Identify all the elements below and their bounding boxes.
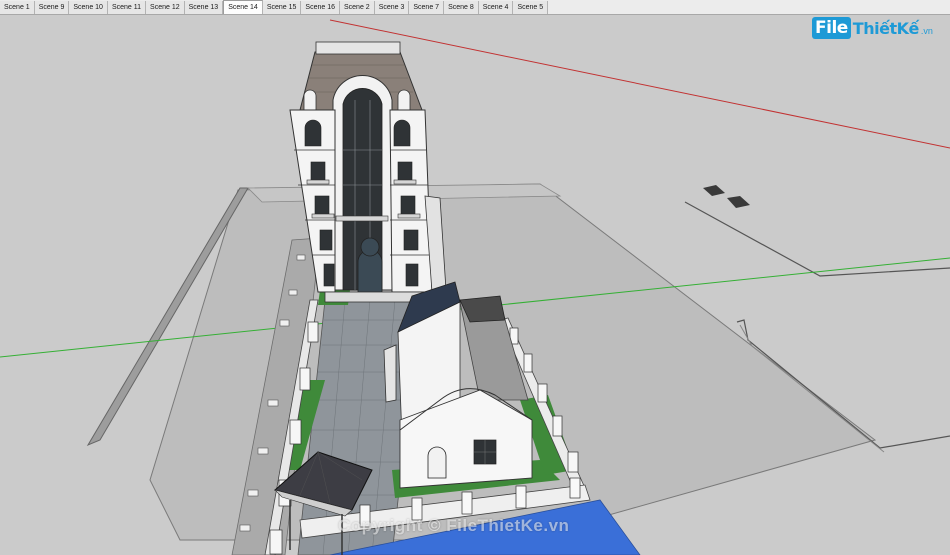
viewport-canvas[interactable] bbox=[0, 15, 950, 555]
copyright-watermark: Copyright © FileThietKe.vn bbox=[338, 516, 570, 535]
gate-pillar bbox=[383, 344, 397, 403]
tab-scene-9[interactable]: Scene 9 bbox=[34, 1, 70, 14]
tab-scene-15[interactable]: Scene 15 bbox=[262, 1, 302, 14]
logo-suffix: .vn bbox=[920, 26, 933, 36]
model-viewport[interactable] bbox=[0, 15, 950, 555]
tab-scene-16[interactable]: Scene 16 bbox=[301, 1, 340, 14]
tab-scene-3[interactable]: Scene 3 bbox=[374, 1, 410, 14]
logo-box-text: File bbox=[812, 17, 851, 39]
tab-scene-14[interactable]: Scene 14 bbox=[223, 0, 263, 14]
tab-scene-11[interactable]: Scene 11 bbox=[107, 1, 147, 14]
tab-scene-13[interactable]: Scene 13 bbox=[184, 1, 224, 14]
tab-scene-8[interactable]: Scene 8 bbox=[444, 1, 479, 14]
gatehouse-door bbox=[427, 446, 447, 479]
scene-tab-bar: Scene 1 Scene 9 Scene 10 Scene 11 Scene … bbox=[0, 0, 950, 15]
tab-scene-5[interactable]: Scene 5 bbox=[513, 1, 549, 14]
tab-scene-10[interactable]: Scene 10 bbox=[69, 1, 108, 14]
round-window bbox=[360, 237, 380, 257]
logo-text: ThiếtKế bbox=[852, 18, 920, 38]
tab-scene-12[interactable]: Scene 12 bbox=[146, 1, 185, 14]
tab-scene-2[interactable]: Scene 2 bbox=[340, 1, 375, 14]
tab-scene-7[interactable]: Scene 7 bbox=[409, 1, 445, 14]
roof-cornice bbox=[315, 41, 401, 55]
site-logo: File ThiếtKế .vn bbox=[812, 14, 933, 42]
tab-scene-4[interactable]: Scene 4 bbox=[478, 1, 514, 14]
tab-scene-1[interactable]: Scene 1 bbox=[0, 1, 35, 14]
